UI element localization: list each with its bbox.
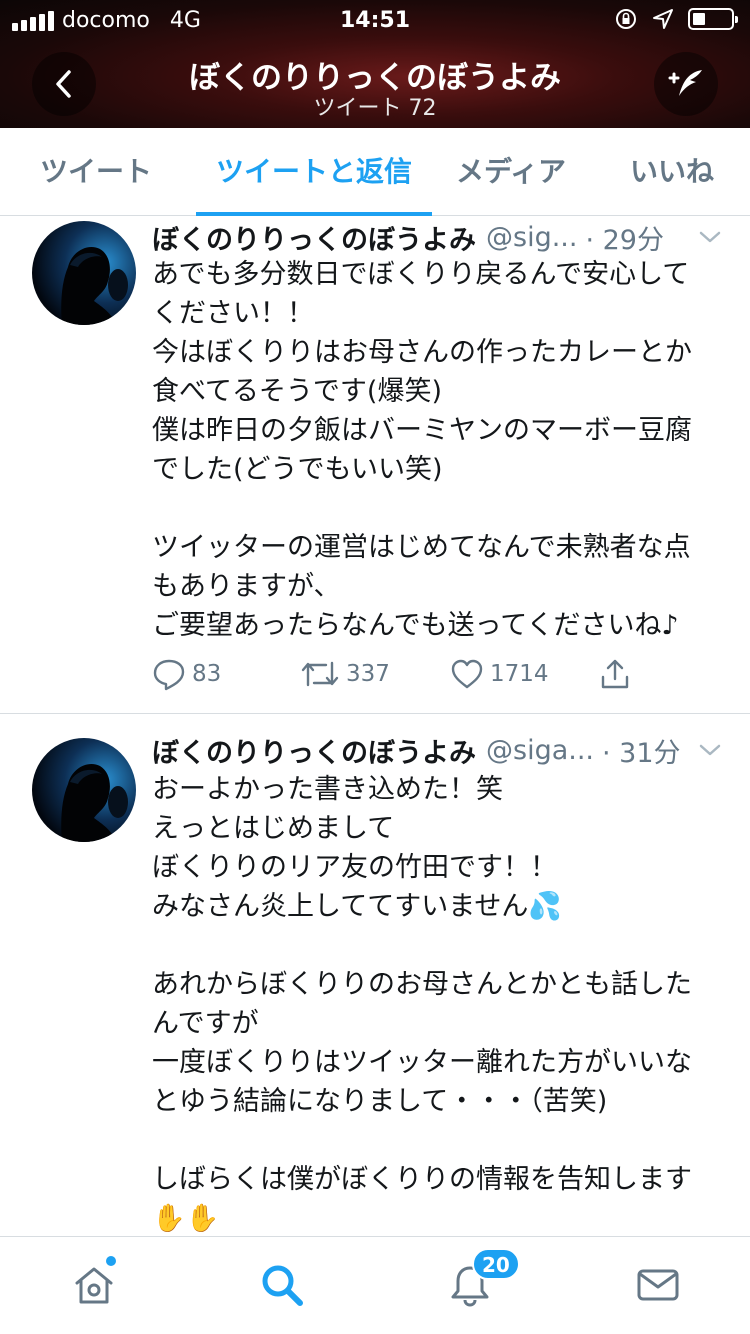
search-icon	[262, 1265, 303, 1306]
tweet-text-line: ご要望あったらなんでも送ってくださいね♪	[152, 610, 679, 641]
author-handle[interactable]: @siga...	[486, 735, 594, 766]
tweet-text-line: 一度ぼくりりはツイッター離れた方がいいな	[152, 1047, 692, 1078]
reply-icon	[153, 659, 185, 691]
tweet[interactable]: ぼくのりりっくのぼうよみ @sig... · 29分 あでも多分数日でぼくりり戻…	[0, 217, 750, 713]
heart-icon	[451, 659, 483, 689]
rotation-lock-icon	[616, 9, 636, 29]
tweet-text-line: ください！！	[152, 298, 314, 329]
avatar[interactable]	[32, 221, 136, 325]
compose-feather-icon	[668, 70, 702, 96]
chevron-down-icon[interactable]	[698, 738, 722, 762]
tweet-text-line	[152, 489, 732, 528]
nav-home[interactable]	[70, 1261, 118, 1309]
tweet-text-line: あでも多分数日でぼくりり戻るんで安心して	[152, 259, 690, 290]
tweet-text: あでも多分数日でぼくりり戻るんで安心して ください！！ 今はぼくりりはお母さんの…	[152, 255, 732, 645]
nav-search[interactable]	[258, 1261, 306, 1309]
retweet-count: 337	[346, 661, 390, 687]
tweet-text-line: 今はぼくりりはお母さんの作ったカレーとか	[152, 337, 692, 368]
like-button[interactable]: 1714	[450, 657, 549, 691]
share-icon	[601, 659, 629, 689]
tweet-header: ぼくのりりっくのぼうよみ @siga... · 31分	[152, 731, 722, 770]
tweet-text-line: ぼくりりのリア友の竹田です！！	[152, 852, 557, 883]
profile-header: docomo 4G 14:51 ぼくのりりっくのぼうよみ ツイート 72	[0, 0, 750, 128]
tweet-text-line: みなさん炎上しててすいません💦	[152, 891, 562, 922]
tweet-text-line: しばらくは僕がぼくりりの情報を告知します	[152, 1164, 692, 1195]
tweet-text-line: んですが	[152, 1008, 259, 1039]
tweet-text-line: ✋✋	[152, 1203, 220, 1234]
tweet-text-line	[152, 1121, 732, 1160]
tab-tweets-and-replies[interactable]: ツイートと返信	[196, 128, 432, 216]
chevron-down-icon[interactable]	[698, 225, 722, 249]
tweet-timestamp[interactable]: · 31分	[602, 731, 681, 770]
tweet-timestamp[interactable]: · 29分	[585, 218, 664, 257]
reply-button[interactable]: 83	[152, 657, 221, 691]
status-bar: docomo 4G 14:51	[0, 0, 750, 40]
share-button[interactable]	[598, 657, 632, 691]
tweet[interactable]: ぼくのりりっくのぼうよみ @siga... · 31分 おーよかった書き込めた！…	[0, 714, 750, 1236]
tweet-text-line: おーよかった書き込めた！笑	[152, 774, 503, 805]
compose-tweet-button[interactable]	[654, 52, 718, 116]
tweet-text-line: でした(どうでもいい笑)	[152, 454, 443, 485]
tweet-count: ツイート 72	[313, 96, 437, 121]
bottom-tab-bar	[0, 1236, 750, 1334]
tab-media[interactable]: メディア	[452, 128, 570, 216]
notifications-badge: 20	[472, 1248, 520, 1280]
battery-icon	[688, 8, 738, 30]
home-icon	[75, 1267, 113, 1304]
tweet-text-line: 僕は昨日の夕飯はバーミヤンのマーボー豆腐	[152, 415, 692, 446]
nav-messages[interactable]	[634, 1261, 682, 1309]
tweet-header: ぼくのりりっくのぼうよみ @sig... · 29分	[152, 218, 722, 257]
avatar[interactable]	[32, 738, 136, 842]
tweet-text-line: ツイッターの運営はじめてなんで未熟者な点	[152, 532, 691, 563]
profile-tabs: ツイート ツイートと返信 メディア いいね	[0, 128, 750, 216]
retweet-icon	[301, 661, 339, 687]
tweet-text: おーよかった書き込めた！笑 えっとはじめまして ぼくりりのリア友の竹田です！！ …	[152, 770, 732, 1238]
tweet-text-line	[152, 926, 732, 965]
active-tab-indicator	[196, 212, 432, 216]
retweet-button[interactable]: 337	[300, 657, 390, 691]
tweet-actions: 83 337 1714	[152, 657, 672, 697]
tweet-text-line: えっとはじめまして	[152, 813, 395, 844]
tab-likes[interactable]: いいね	[624, 128, 720, 216]
author-name[interactable]: ぼくのりりっくのぼうよみ	[152, 218, 476, 257]
tweet-text-line: あれからぼくりりのお母さんとかとも話した	[152, 969, 692, 1000]
tab-tweets[interactable]: ツイート	[28, 128, 164, 216]
like-count: 1714	[490, 661, 549, 687]
tweet-text-line: 食べてるそうです(爆笑)	[152, 376, 442, 407]
author-handle[interactable]: @sig...	[486, 222, 577, 253]
mail-icon	[637, 1269, 679, 1301]
reply-count: 83	[192, 661, 222, 687]
home-new-content-dot	[106, 1256, 116, 1266]
author-name[interactable]: ぼくのりりっくのぼうよみ	[152, 731, 476, 770]
tweet-text-line: もありますが、	[152, 571, 341, 602]
tweet-text-line: とゆう結論になりまして・・・（苦笑)	[152, 1086, 608, 1117]
location-icon	[653, 9, 673, 29]
